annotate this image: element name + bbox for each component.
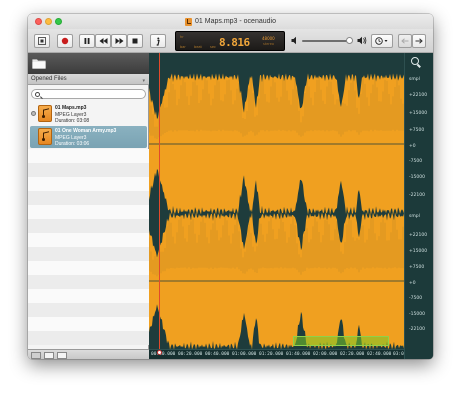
overview-indicator [293, 336, 389, 346]
select-mode-button[interactable] [34, 34, 50, 48]
current-time-readout: 8.816 [219, 36, 250, 49]
stop-button[interactable] [127, 34, 143, 48]
record-button[interactable] [57, 34, 73, 48]
file-name: 01 Maps.mp3 [55, 105, 87, 111]
channel-unit-label: smpl [409, 214, 420, 219]
clock-icon [375, 37, 388, 45]
back-button[interactable] [398, 34, 412, 48]
speaker-icon [291, 36, 296, 45]
arrow-left-icon [401, 38, 409, 44]
search-icon [35, 91, 40, 97]
playback-speed-dropdown[interactable] [371, 34, 393, 48]
rewind-button[interactable] [95, 34, 111, 48]
fast-forward-button[interactable] [111, 34, 127, 48]
list-item[interactable]: 01 One Woman Army.mp3 MPEG Layer3 Durati… [30, 126, 147, 148]
file-duration: Duration: 03:08 [55, 118, 90, 124]
window-title: 01 Maps.mp3 - ocenaudio [195, 18, 276, 25]
playhead[interactable] [159, 53, 160, 349]
volume-slider[interactable] [302, 40, 350, 42]
volume-slider-knob[interactable] [346, 37, 353, 44]
file-search-input[interactable] [31, 89, 146, 99]
detail-view-button[interactable] [44, 351, 54, 359]
file-list: 01 Maps.mp3 MPEG Layer3 Duration: 03:08 … [28, 103, 149, 348]
audio-file-icon [185, 17, 193, 26]
toolbar: hr bar beat sec 8.816 48000 stereo [28, 29, 433, 53]
start-marker[interactable] [157, 350, 162, 355]
chevron-down-icon[interactable]: ▾ [142, 76, 145, 87]
open-folder-icon[interactable] [32, 58, 46, 69]
amplitude-ruler: smpl +22100 +15000 +7500 +0 -7500 -15000… [404, 53, 433, 359]
list-item[interactable]: 01 Maps.mp3 MPEG Layer3 Duration: 03:08 [30, 103, 147, 125]
display-mode-labels: bar [180, 45, 186, 49]
grid-view-button[interactable] [57, 351, 67, 359]
record-icon [61, 37, 69, 45]
opened-files-title: Opened Files [31, 76, 67, 82]
chevron-down-icon [384, 40, 388, 42]
info-button[interactable] [150, 34, 166, 48]
cursor-icon [38, 37, 46, 45]
info-icon [156, 37, 160, 46]
sample-rate-readout: 48000 [262, 36, 275, 41]
minimize-window-button[interactable] [45, 18, 52, 25]
timeline-ruler[interactable]: 00:00.000 00:20.000 00:40.000 01:00.000 … [149, 349, 404, 359]
fast-forward-icon [115, 38, 123, 44]
channels-readout: stereo [263, 42, 275, 46]
list-view-button[interactable] [31, 351, 41, 359]
file-name: 01 One Woman Army.mp3 [55, 128, 117, 134]
opened-files-header: Opened Files ▾ [28, 74, 149, 85]
audio-file-icon [38, 128, 52, 145]
hours-indicator: hr [180, 35, 184, 39]
speaker-loud-icon [357, 36, 367, 45]
audio-file-icon [38, 105, 52, 122]
sidebar-footer [28, 349, 149, 359]
app-window: 01 Maps.mp3 - ocenaudio hr bar beat sec [28, 14, 433, 359]
close-window-button[interactable] [35, 18, 42, 25]
forward-button[interactable] [412, 34, 426, 48]
pause-icon [84, 38, 90, 44]
waveform-view[interactable]: smpl +22100 +15000 +7500 +0 -7500 -15000… [149, 53, 433, 359]
sidebar: Opened Files ▾ 01 Maps.mp3 MPEG Layer3 D… [28, 53, 149, 359]
rewind-icon [99, 38, 107, 44]
zoom-window-button[interactable] [55, 18, 62, 25]
file-format: MPEG Layer3 [55, 134, 87, 141]
stop-icon [132, 38, 138, 44]
time-display: hr bar beat sec 8.816 48000 stereo [175, 31, 285, 51]
waveform-canvas[interactable] [149, 53, 404, 349]
file-format: MPEG Layer3 [55, 111, 87, 118]
title-bar: 01 Maps.mp3 - ocenaudio [28, 14, 433, 29]
pause-button[interactable] [79, 34, 95, 48]
file-duration: Duration: 03:06 [55, 141, 90, 147]
arrow-right-icon [415, 38, 423, 44]
sidebar-header [28, 53, 149, 74]
channel-unit-label: smpl [409, 77, 420, 82]
zoom-icon[interactable] [411, 57, 419, 65]
close-file-icon[interactable] [31, 111, 36, 116]
